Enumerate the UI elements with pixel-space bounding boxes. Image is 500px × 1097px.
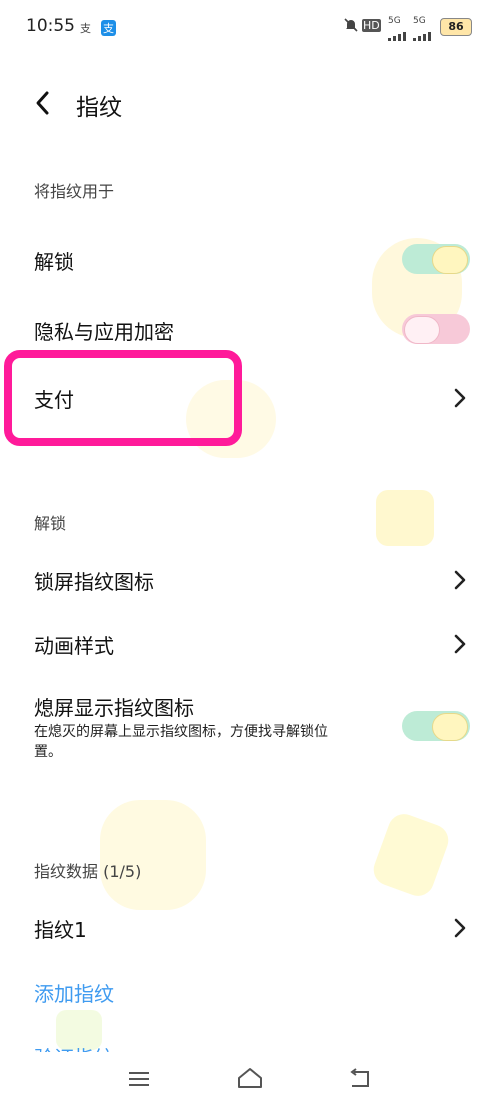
section-title-use-for: 将指纹用于 <box>34 182 115 201</box>
system-nav-bar <box>0 1052 500 1097</box>
highlight-box <box>4 350 242 446</box>
privacy-toggle[interactable] <box>402 314 470 344</box>
5g-signal-icon: 5G <box>413 16 426 26</box>
unlock-label: 解锁 <box>34 250 74 274</box>
status-time: 10:55 <box>26 16 75 36</box>
chevron-right-icon <box>448 384 472 412</box>
chevron-left-icon <box>36 91 49 115</box>
home-icon[interactable] <box>236 1066 264 1094</box>
privacy-label: 隐私与应用加密 <box>34 320 174 344</box>
hd-icon: HD <box>362 19 381 32</box>
mute-icon <box>344 17 358 37</box>
add-fingerprint-link[interactable]: 添加指纹 <box>34 978 114 1007</box>
verify-fingerprint-link[interactable]: 验证指纹 <box>34 1042 114 1052</box>
screen-off-label: 熄屏显示指纹图标 <box>34 696 194 720</box>
signal-bars-icon <box>413 26 433 45</box>
chevron-right-icon <box>448 566 472 594</box>
chevron-right-icon <box>448 914 472 942</box>
wallpaper-decoration <box>376 490 434 546</box>
section-title-unlock: 解锁 <box>34 514 67 533</box>
fingerprint-1-label: 指纹1 <box>34 918 87 942</box>
screen-off-description: 在熄灭的屏幕上显示指纹图标，方便找寻解锁位置。 <box>34 724 328 760</box>
unlock-toggle[interactable] <box>402 244 470 274</box>
signal-bars-icon <box>388 26 408 45</box>
5g-signal-icon: 5G <box>388 16 401 26</box>
lockscreen-icon-label: 锁屏指纹图标 <box>34 570 154 594</box>
back-nav-icon[interactable] <box>348 1068 372 1094</box>
alipay-notification-icon: 支 <box>80 22 91 35</box>
animation-style-label: 动画样式 <box>34 634 114 658</box>
screen-off-toggle[interactable] <box>402 711 470 741</box>
battery-indicator: 86 <box>440 18 472 36</box>
wallpaper-decoration <box>100 800 206 910</box>
toggle-knob <box>432 713 468 741</box>
wallpaper-decoration <box>369 809 453 901</box>
verify-fingerprint-clip: 验证指纹 <box>0 1036 500 1052</box>
back-button[interactable] <box>30 88 58 118</box>
toggle-knob <box>404 316 440 344</box>
page-title: 指纹 <box>76 95 122 121</box>
alipay-notification-icon: 支 <box>101 20 116 36</box>
section-title-fingerprint-data: 指纹数据 (1/5) <box>34 862 142 881</box>
toggle-knob <box>432 246 468 274</box>
chevron-right-icon <box>448 630 472 658</box>
menu-icon[interactable] <box>128 1070 150 1092</box>
